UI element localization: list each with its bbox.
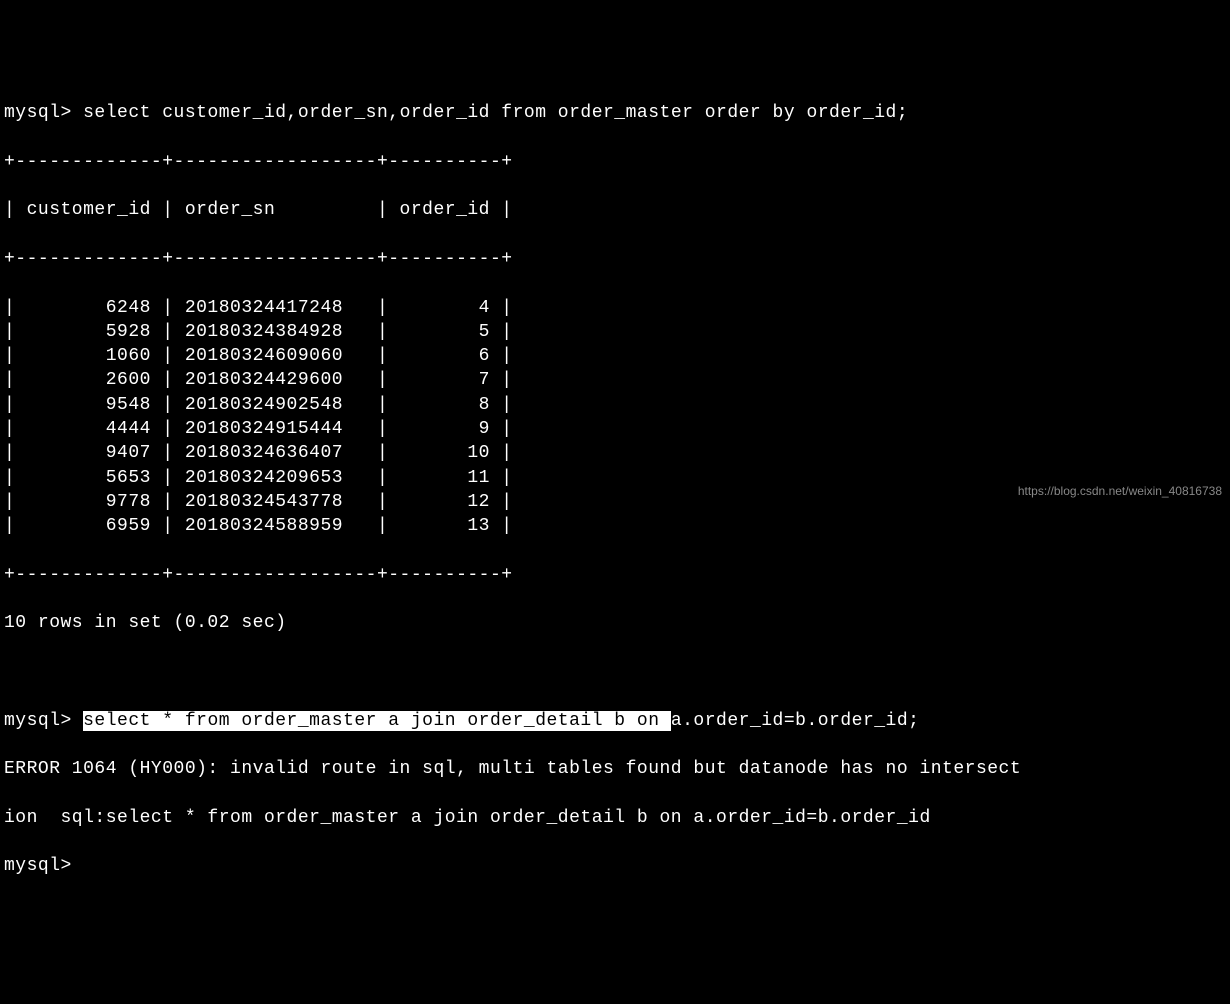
table-header: | customer_id | order_sn | order_id | — [4, 198, 1226, 222]
sql-query-1: select customer_id,order_sn,order_id fro… — [83, 103, 908, 123]
table-row: | 9407 | 20180324636407 | 10 | — [4, 441, 1226, 465]
table-row: | 6248 | 20180324417248 | 4 | — [4, 296, 1226, 320]
error-line-1: ERROR 1064 (HY000): invalid route in sql… — [4, 757, 1226, 781]
table-border-bottom: +-------------+------------------+------… — [4, 563, 1226, 587]
table-row: | 5928 | 20180324384928 | 5 | — [4, 320, 1226, 344]
table-body: | 6248 | 20180324417248 | 4 || 5928 | 20… — [4, 296, 1226, 539]
query-line-1: mysql> select customer_id,order_sn,order… — [4, 101, 1226, 125]
table-row: | 9548 | 20180324902548 | 8 | — [4, 393, 1226, 417]
mysql-prompt: mysql> — [4, 711, 72, 731]
table-row: | 2600 | 20180324429600 | 7 | — [4, 368, 1226, 392]
result-summary: 10 rows in set (0.02 sec) — [4, 611, 1226, 635]
sql-query-2-highlight: select * from order_master a join order_… — [83, 711, 671, 731]
error-line-2: ion sql:select * from order_master a joi… — [4, 806, 1226, 830]
table-border-mid: +-------------+------------------+------… — [4, 247, 1226, 271]
sql-query-2-rest: a.order_id=b.order_id; — [671, 711, 920, 731]
table-row: | 6959 | 20180324588959 | 13 | — [4, 514, 1226, 538]
blank-line — [4, 660, 1226, 684]
watermark: https://blog.csdn.net/weixin_40816738 — [1018, 483, 1222, 499]
table-border-top: +-------------+------------------+------… — [4, 150, 1226, 174]
query-line-2: mysql> select * from order_master a join… — [4, 709, 1226, 733]
table-row: | 4444 | 20180324915444 | 9 | — [4, 417, 1226, 441]
mysql-prompt: mysql> — [4, 103, 72, 123]
mysql-prompt-empty[interactable]: mysql> — [4, 854, 1226, 878]
table-row: | 1060 | 20180324609060 | 6 | — [4, 344, 1226, 368]
